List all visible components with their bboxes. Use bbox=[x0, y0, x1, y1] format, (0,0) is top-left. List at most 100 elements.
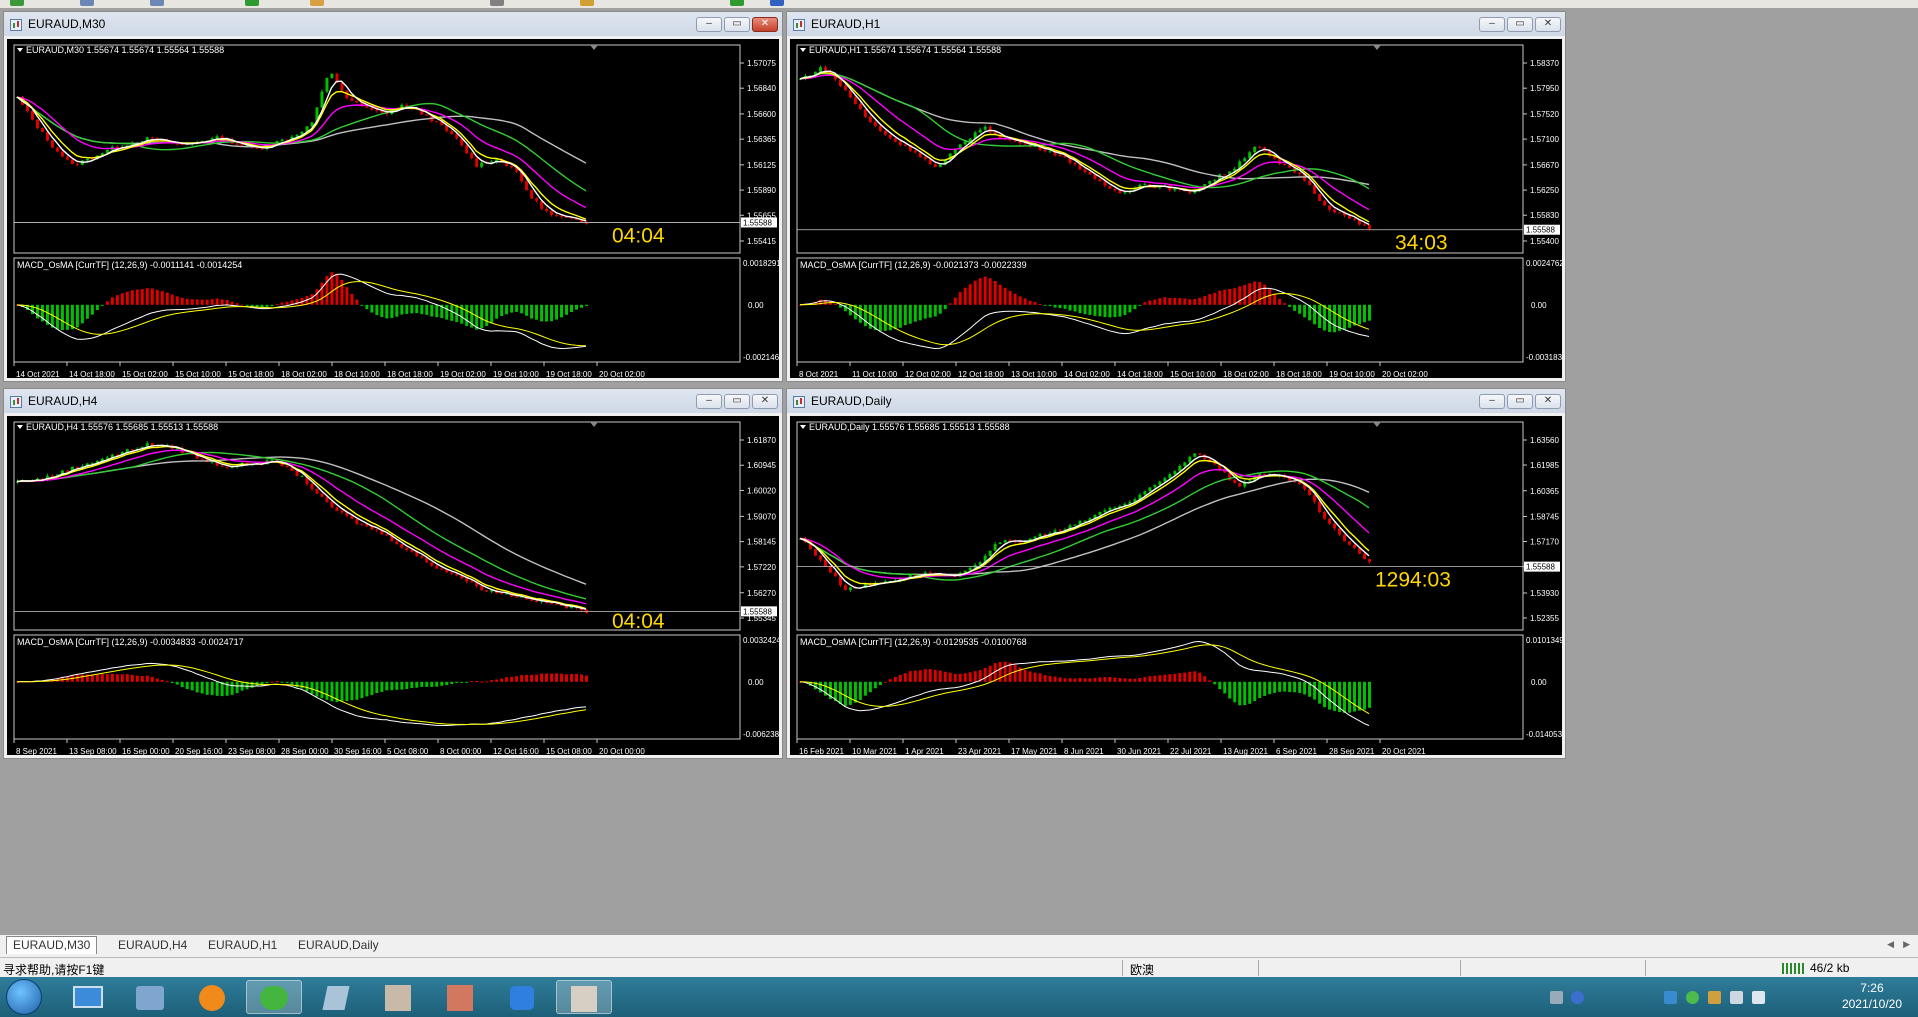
minimize-button[interactable]: – bbox=[1479, 17, 1505, 32]
tab-euraud-daily[interactable]: EURAUD,Daily bbox=[292, 937, 385, 954]
macd-histogram-bar bbox=[545, 673, 549, 682]
chart-window-m30[interactable]: EURAUD,M30 – ▭ ✕ EURAUD,M30 1.55674 1.55674 … bbox=[3, 11, 783, 382]
tabs-scroll-right-icon[interactable]: ▶ bbox=[1903, 939, 1910, 950]
toolbar-info-icon[interactable] bbox=[770, 0, 784, 6]
macd-histogram-bar bbox=[1268, 289, 1272, 305]
toolbar-add-indicator-icon[interactable] bbox=[730, 0, 744, 6]
close-button[interactable]: ✕ bbox=[752, 17, 778, 32]
time-tick-label: 23 Apr 2021 bbox=[958, 747, 1002, 756]
chart-window-h1[interactable]: EURAUD,H1 – ▭ ✕ EURAUD,H1 1.55674 1.55674 1.… bbox=[786, 11, 1566, 382]
chart-area[interactable]: EURAUD,Daily 1.55576 1.55685 1.55513 1.5… bbox=[790, 416, 1562, 756]
toolbar-chart-icon[interactable] bbox=[80, 0, 94, 6]
candle-body bbox=[210, 461, 214, 463]
macd-line bbox=[16, 662, 587, 727]
start-button[interactable] bbox=[6, 979, 42, 1015]
taskbar: 7:26 2021/10/20 bbox=[0, 977, 1918, 1017]
chart-area[interactable]: EURAUD,M30 1.55674 1.55674 1.55564 1.555… bbox=[7, 39, 779, 379]
macd-histogram-bar bbox=[868, 681, 872, 693]
tab-euraud-m30[interactable]: EURAUD,M30 bbox=[6, 936, 98, 954]
macd-histogram-bar bbox=[1133, 304, 1137, 310]
macd-histogram-bar bbox=[465, 681, 469, 683]
candle-body bbox=[1193, 453, 1197, 457]
taskbar-clock[interactable]: 7:26 2021/10/20 bbox=[1842, 980, 1902, 1012]
taskbar-app1-icon[interactable] bbox=[370, 980, 426, 1014]
toolbar-period-icon[interactable] bbox=[490, 0, 504, 6]
candle-body bbox=[1363, 553, 1367, 560]
macd-histogram-bar bbox=[963, 673, 967, 682]
macd-histogram-bar bbox=[893, 677, 897, 682]
candle-body bbox=[240, 144, 244, 146]
close-button[interactable]: ✕ bbox=[1535, 17, 1561, 32]
collapse-arrow-icon bbox=[17, 48, 23, 52]
candle-body bbox=[898, 141, 902, 145]
candle-body bbox=[280, 139, 284, 142]
macd-histogram-bar bbox=[375, 681, 379, 694]
taskbar-network-icon[interactable] bbox=[122, 980, 178, 1014]
minimize-button[interactable]: – bbox=[696, 394, 722, 409]
close-button[interactable]: ✕ bbox=[1535, 394, 1561, 409]
tray-shield-icon[interactable] bbox=[1664, 991, 1677, 1004]
macd-histogram-bar bbox=[1173, 297, 1177, 305]
candle-body bbox=[1323, 511, 1327, 519]
candle-body bbox=[913, 150, 917, 153]
toolbar-line-icon[interactable] bbox=[580, 0, 594, 6]
macd-histogram-bar bbox=[225, 299, 229, 305]
tab-euraud-h1[interactable]: EURAUD,H1 bbox=[202, 937, 283, 954]
macd-histogram-bar bbox=[505, 677, 509, 682]
macd-histogram-bar bbox=[140, 676, 144, 682]
macd-tick-label: -0.002146 bbox=[743, 353, 779, 362]
macd-histogram-bar bbox=[1123, 678, 1127, 682]
minimize-button[interactable]: – bbox=[1479, 394, 1505, 409]
taskbar-metatrader-icon[interactable] bbox=[556, 980, 612, 1014]
candle-body bbox=[1353, 544, 1357, 549]
taskbar-tool-icon[interactable] bbox=[308, 980, 364, 1014]
taskbar-browser-icon[interactable] bbox=[184, 980, 240, 1014]
chart-window-daily[interactable]: EURAUD,Daily – ▭ ✕ EURAUD,Daily 1.55576 1.55… bbox=[786, 388, 1566, 759]
taskbar-notes-icon[interactable] bbox=[494, 980, 550, 1014]
tray-network-icon[interactable] bbox=[1752, 991, 1765, 1004]
tray-keyboard-icon[interactable] bbox=[1550, 991, 1563, 1004]
window-title-bar[interactable]: EURAUD,H1 – ▭ ✕ bbox=[787, 12, 1565, 36]
toolbar-expert-icon[interactable] bbox=[310, 0, 324, 6]
macd-histogram-bar bbox=[1038, 303, 1042, 305]
tab-euraud-h4[interactable]: EURAUD,H4 bbox=[112, 937, 193, 954]
tray-help-icon[interactable] bbox=[1571, 991, 1584, 1004]
taskbar-desktop-icon[interactable] bbox=[60, 980, 116, 1014]
candle-body bbox=[1038, 534, 1042, 537]
maximize-button[interactable]: ▭ bbox=[1507, 17, 1533, 32]
close-button[interactable]: ✕ bbox=[752, 394, 778, 409]
macd-histogram-bar bbox=[843, 681, 847, 707]
macd-histogram-bar bbox=[978, 278, 982, 305]
maximize-button[interactable]: ▭ bbox=[724, 394, 750, 409]
macd-histogram-bar bbox=[220, 299, 224, 305]
macd-histogram-bar bbox=[510, 676, 514, 682]
taskbar-app2-icon[interactable] bbox=[432, 980, 488, 1014]
window-title-bar[interactable]: EURAUD,Daily – ▭ ✕ bbox=[787, 389, 1565, 413]
chart-window-h4[interactable]: EURAUD,H4 – ▭ ✕ EURAUD,H4 1.55576 1.55685 1.… bbox=[3, 388, 783, 759]
macd-histogram-bar bbox=[943, 671, 947, 682]
toolbar-new-order-icon[interactable] bbox=[10, 0, 24, 6]
candle-body bbox=[1333, 209, 1337, 213]
maximize-button[interactable]: ▭ bbox=[1507, 394, 1533, 409]
tray-flag-icon[interactable] bbox=[1708, 991, 1721, 1004]
candle-body bbox=[180, 144, 184, 146]
tray-chat-icon[interactable] bbox=[1686, 991, 1699, 1004]
minimize-button[interactable]: – bbox=[696, 17, 722, 32]
tray-volume-icon[interactable] bbox=[1730, 991, 1743, 1004]
status-profile: 欧澳 bbox=[1130, 963, 1155, 977]
macd-histogram-bar bbox=[550, 673, 554, 682]
taskbar-wechat-icon[interactable] bbox=[246, 980, 302, 1014]
chart-area[interactable]: EURAUD,H1 1.55674 1.55674 1.55564 1.5558… bbox=[790, 39, 1562, 379]
tabs-scroll-left-icon[interactable]: ◀ bbox=[1887, 939, 1894, 950]
macd-histogram-bar bbox=[530, 304, 534, 319]
toolbar-zoom-icon[interactable] bbox=[150, 0, 164, 6]
window-title-bar[interactable]: EURAUD,H4 – ▭ ✕ bbox=[4, 389, 782, 413]
window-title-bar[interactable]: EURAUD,M30 – ▭ ✕ bbox=[4, 12, 782, 36]
chart-area[interactable]: EURAUD,H4 1.55576 1.55685 1.55513 1.5558… bbox=[7, 416, 779, 756]
macd-histogram-bar bbox=[480, 304, 484, 329]
macd-histogram-bar bbox=[80, 304, 84, 324]
current-price-label: 1.55588 bbox=[743, 607, 772, 616]
maximize-button[interactable]: ▭ bbox=[724, 17, 750, 32]
ma-magenta-line bbox=[799, 469, 1370, 579]
toolbar-add-icon[interactable] bbox=[245, 0, 259, 6]
